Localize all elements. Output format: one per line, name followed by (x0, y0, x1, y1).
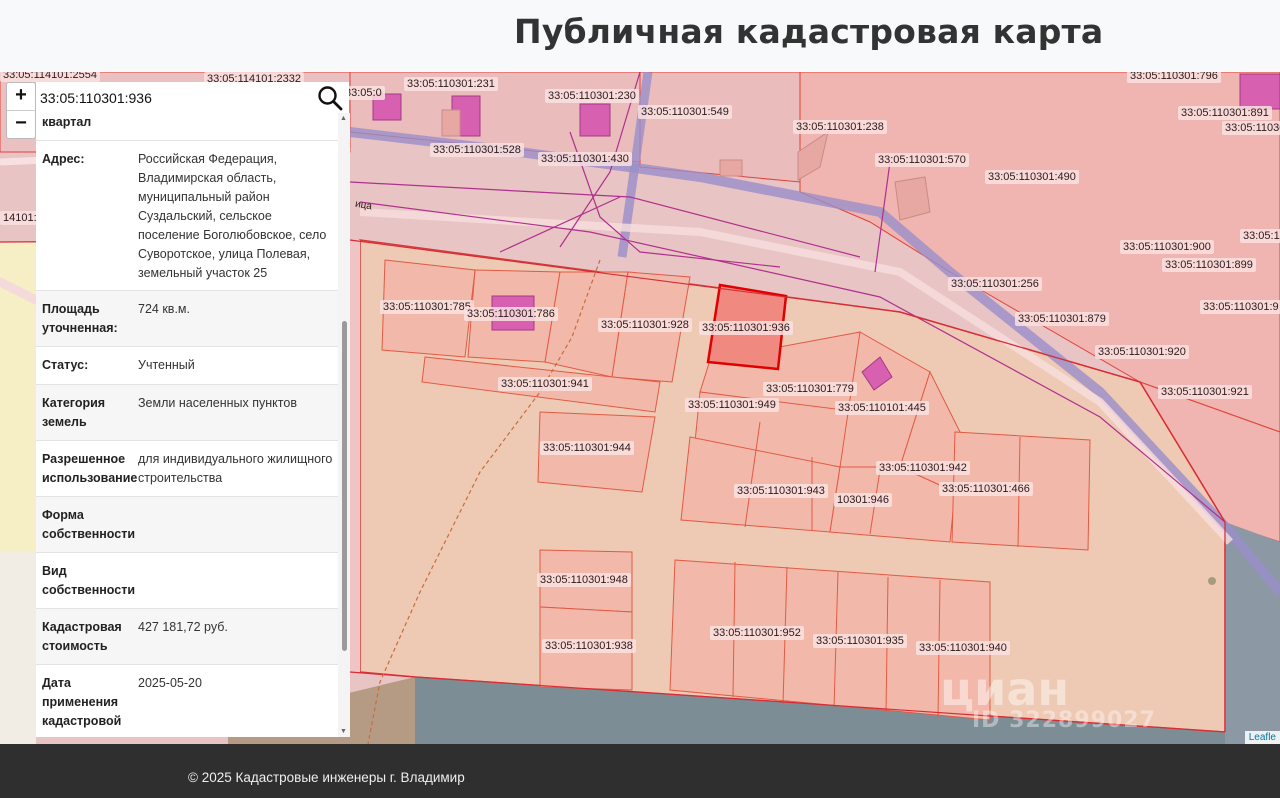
parcel-label[interactable]: 33:05:114101:2554 (0, 72, 100, 82)
parcel-label[interactable]: 33:05:110301:952 (710, 626, 804, 640)
parcel-label[interactable]: 33:05:110301:570 (875, 153, 969, 167)
info-row-cadastral-value: Кадастровая стоимость 427 181,72 руб. (36, 608, 338, 665)
info-key: Площадь уточненная: (42, 302, 118, 335)
parcel-label[interactable]: 33:05:110301:879 (1015, 312, 1109, 326)
info-row-category: Категория земель Земли населенных пункто… (36, 384, 338, 441)
parcel-label[interactable]: 33:05:110301:238 (793, 120, 887, 134)
parcel-label[interactable]: 33:05:110301:928 (598, 318, 692, 332)
parcel-label[interactable]: 33:05:1 (1240, 229, 1280, 243)
footer: © 2025 Кадастровые инженеры г. Владимир (0, 744, 1280, 798)
info-row-area: Площадь уточненная: 724 кв.м. (36, 290, 338, 347)
parcel-label[interactable]: 33:05:110301:935 (813, 634, 907, 648)
zoom-in-button[interactable]: + (7, 83, 35, 110)
parcel-label[interactable]: 33:05:110301:900 (1120, 240, 1214, 254)
parcel-label[interactable]: 33:05:110101:445 (835, 401, 929, 415)
parcel-label[interactable]: 33:05:110301:938 (542, 639, 636, 653)
parcel-label[interactable]: 33:05:110301:942 (876, 461, 970, 475)
parcel-label[interactable]: 33:05:110301:941 (498, 377, 592, 391)
parcel-label[interactable]: 33:05:110301:549 (638, 105, 732, 119)
zoom-control: + − (6, 82, 36, 139)
info-row-permitted-use: Разрешенное использование для индивидуал… (36, 440, 338, 497)
parcel-label[interactable]: 33:05:110301:779 (763, 382, 857, 396)
parcel-label[interactable]: 33:05:110301:920 (1095, 345, 1189, 359)
parcel-label[interactable]: 33:05:110301:785 (380, 300, 474, 314)
parcel-label[interactable]: 33:05:110301:948 (537, 573, 631, 587)
info-row-application-date: Дата применения кадастровой 2025-05-20 (36, 664, 338, 737)
parcel-label[interactable]: 33:05:110301:891 (1178, 106, 1272, 120)
parcel-label[interactable]: 33:05:110301:796 (1127, 72, 1221, 83)
info-key: Разрешенное использование (42, 452, 138, 485)
search-icon[interactable] (317, 85, 343, 111)
parcel-label[interactable]: 33:05:110301:256 (948, 277, 1042, 291)
parcel-label[interactable]: 33:05:110301:230 (545, 89, 639, 103)
info-key: Вид собственности (42, 564, 136, 597)
info-row-address: Адрес: Российская Федерация, Владимирска… (36, 140, 338, 291)
header: Публичная кадастровая карта (0, 0, 1280, 72)
info-value: 427 181,72 руб. (138, 620, 228, 634)
parcel-label-selected[interactable]: 33:05:110301:936 (699, 321, 793, 335)
parcel-label[interactable]: 33:05:110301:921 (1158, 385, 1252, 399)
info-key: Кадастровая стоимость (42, 620, 122, 653)
parcel-label[interactable]: 33:05:11030 (1222, 121, 1280, 135)
info-value: 2025-05-20 (138, 676, 202, 690)
info-row-status: Статус: Учтенный (36, 346, 338, 385)
scrollbar-thumb[interactable] (342, 321, 347, 651)
info-key: Категория земель (42, 396, 106, 429)
parcel-label[interactable]: 33:05:110301:528 (430, 143, 524, 157)
watermark-id: ID 322899027 (972, 708, 1156, 733)
leaflet-attribution[interactable]: Leafle (1244, 731, 1280, 744)
info-value: Российская Федерация, Владимирская облас… (138, 152, 327, 280)
info-value: Земли населенных пунктов (138, 396, 297, 410)
info-value: Учтенный (138, 358, 195, 372)
parcel-label[interactable]: 33:05:110301:490 (985, 170, 1079, 184)
info-row-ownership-form: Форма собственности (36, 496, 338, 553)
parcel-label[interactable]: 33:05:110301:899 (1162, 258, 1256, 272)
info-key: Дата применения кадастровой (42, 676, 122, 728)
scroll-up-icon[interactable]: ▲ (340, 115, 347, 122)
parcel-label[interactable]: 33:05:110301:430 (538, 152, 632, 166)
info-panel: квартал Адрес: Российская Федерация, Вла… (36, 113, 350, 737)
page-title: Публичная кадастровая карта (514, 12, 1104, 51)
info-value: для индивидуального жилищного строительс… (138, 452, 333, 485)
search-input[interactable] (38, 86, 312, 110)
parcel-label[interactable]: 33:05:110301:940 (916, 641, 1010, 655)
parcel-label[interactable]: 33:05:110301:944 (540, 441, 634, 455)
info-row-ownership-type: Вид собственности (36, 552, 338, 609)
zoom-out-button[interactable]: − (7, 110, 35, 138)
parcel-label[interactable]: 10301:946 (834, 493, 892, 507)
parcel-label[interactable]: 33:05:110301:231 (404, 77, 498, 91)
info-key: Форма собственности (42, 508, 136, 541)
search-bar (36, 82, 349, 113)
info-key: Адрес: (42, 152, 85, 166)
parcel-label[interactable]: 33:05:110301:786 (464, 307, 558, 321)
info-key: Статус: (42, 358, 89, 372)
parcel-label[interactable]: 33:05:110301:949 (685, 398, 779, 412)
footer-copyright: © 2025 Кадастровые инженеры г. Владимир (188, 770, 465, 785)
parcel-label[interactable]: 33:05:110301:943 (734, 484, 828, 498)
panel-scrollbar[interactable]: ▲ ▼ (338, 113, 350, 737)
info-value: 724 кв.м. (138, 302, 190, 316)
parcel-label[interactable]: 33:05:110301:9 (1200, 300, 1280, 314)
info-key-partial: квартал (42, 115, 92, 129)
parcel-label[interactable]: 33:05:110301:466 (939, 482, 1033, 496)
scroll-down-icon[interactable]: ▼ (340, 728, 347, 735)
